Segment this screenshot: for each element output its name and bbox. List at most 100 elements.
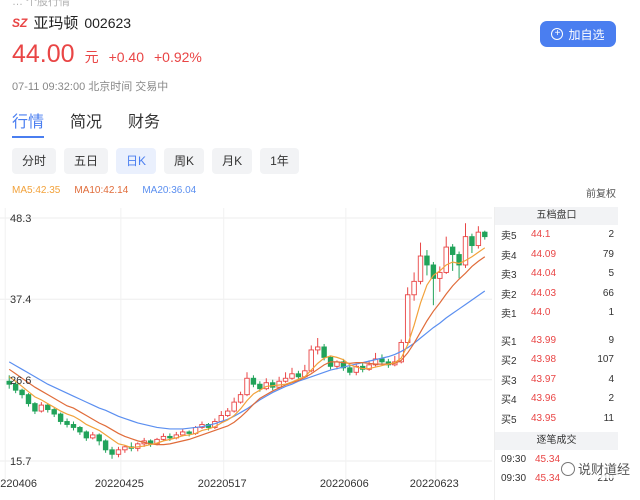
candle [424, 255, 430, 266]
candle [282, 377, 289, 382]
y-tick-label: 48.3 [10, 213, 31, 225]
ask-row: 卖2 44.03 66 [495, 284, 618, 304]
price-unit: 元 [84, 49, 99, 65]
deals-title: 逐笔成交 [495, 432, 618, 450]
tab-quote[interactable]: 行情 [12, 108, 45, 138]
ask-price: 44.0 [531, 307, 551, 319]
candle [231, 401, 237, 412]
bid-volume: 107 [597, 354, 614, 366]
candle [289, 373, 295, 379]
quote: 44.00 元 +0.40 +0.92% [12, 40, 202, 69]
bid-label: 买4 [501, 395, 517, 407]
candle [51, 409, 57, 415]
main-tabs: 行情 简况 财务 [12, 108, 160, 138]
bid-label: 买3 [501, 375, 517, 387]
price-change: +0.40 [108, 49, 144, 65]
range-monthly-k[interactable]: 月K [212, 148, 253, 174]
candle [295, 373, 302, 378]
candle [379, 358, 385, 363]
candle [32, 403, 38, 412]
candle [443, 246, 449, 273]
adjust-mode[interactable]: 前复权 [586, 185, 616, 200]
bid-row: 买4 43.96 2 [495, 389, 618, 409]
y-tick-label: 37.4 [10, 294, 31, 306]
bid-volume: 4 [608, 373, 614, 385]
ask-row: 卖1 44.0 1 [495, 303, 618, 323]
range-weekly-k[interactable]: 周K [164, 148, 205, 174]
current-price: 44.00 [12, 40, 75, 68]
add-watchlist-button[interactable]: + 加自选 [540, 21, 616, 47]
ma5-line [8, 247, 486, 449]
deal-time: 09:30 [501, 454, 527, 465]
ask-price: 44.1 [531, 229, 551, 241]
bid-row: 买3 43.97 4 [495, 370, 618, 390]
bid-label: 买5 [501, 414, 517, 426]
market-badge: SZ [12, 15, 28, 30]
candle [237, 394, 244, 403]
candle [449, 246, 456, 255]
candle [45, 404, 51, 411]
range-5day[interactable]: 五日 [64, 148, 109, 174]
candle [102, 440, 109, 451]
candle [122, 446, 128, 451]
watermark: 说财道经 [560, 459, 630, 478]
stock-name: 亚玛顿 [33, 15, 79, 32]
watermark-text: 说财道经 [577, 462, 630, 477]
y-tick-label: 15.7 [10, 456, 31, 468]
candle [482, 231, 488, 238]
x-tick-label: 20220623 [410, 478, 459, 490]
bid-row: 买5 43.95 11 [495, 409, 618, 429]
ask-label: 卖2 [501, 289, 517, 301]
candle [57, 413, 64, 422]
candle [244, 377, 250, 396]
x-tick-label: 20220606 [320, 478, 369, 490]
chat-bubble-icon [560, 461, 575, 476]
candle [347, 367, 353, 373]
x-tick-label: 20220425 [95, 478, 144, 490]
x-tick-label: 20220517 [198, 478, 247, 490]
ask-price: 44.09 [531, 248, 557, 260]
ma-legend: MA5:42.35 MA10:42.14 MA20:36.04 [12, 185, 196, 196]
range-daily-k[interactable]: 日K [116, 148, 157, 174]
range-selector: 分时 五日 日K 周K 月K 1年 [12, 148, 299, 174]
ma20-line [8, 290, 486, 430]
ask-label: 卖3 [501, 270, 517, 282]
candle [96, 434, 102, 442]
candle [115, 449, 122, 455]
ma5-value: MA5:42.35 [12, 185, 61, 196]
range-1year[interactable]: 1年 [260, 148, 299, 174]
tab-profile[interactable]: 简况 [70, 108, 102, 138]
candle [64, 421, 70, 425]
ask-row: 卖3 44.04 5 [495, 264, 618, 284]
bid-price: 43.96 [531, 393, 557, 405]
range-intraday[interactable]: 分时 [12, 148, 57, 174]
ask-label: 卖1 [501, 309, 517, 321]
bid-volume: 11 [603, 412, 614, 424]
candle [411, 280, 417, 296]
bid-price: 43.97 [531, 373, 557, 385]
tab-finance[interactable]: 财务 [128, 108, 160, 138]
ask-label: 卖5 [501, 231, 517, 243]
bid-price: 43.95 [531, 412, 557, 424]
candle [70, 424, 77, 428]
candle [90, 434, 96, 439]
ask-volume: 66 [602, 287, 614, 299]
candle [437, 271, 443, 279]
y-tick-label: 26.6 [10, 375, 31, 387]
ask-volume: 79 [602, 248, 614, 260]
bid-volume: 9 [608, 334, 614, 346]
candle [314, 346, 321, 351]
candle [25, 394, 32, 405]
ma10-value: MA10:42.14 [74, 185, 129, 196]
breadcrumb: … 个股行情 [12, 0, 71, 8]
bid-label: 买1 [501, 336, 517, 348]
kline-chart[interactable]: 48.3 37.4 26.6 15.7 20220406 20220425 20220517… [0, 204, 492, 500]
candle [417, 255, 424, 282]
stock-code: 002623 [84, 14, 132, 31]
candle [321, 346, 327, 358]
candle [404, 294, 411, 343]
bid-volume: 2 [608, 393, 614, 405]
candle [225, 410, 231, 416]
candle [38, 404, 45, 412]
candle [186, 431, 192, 434]
